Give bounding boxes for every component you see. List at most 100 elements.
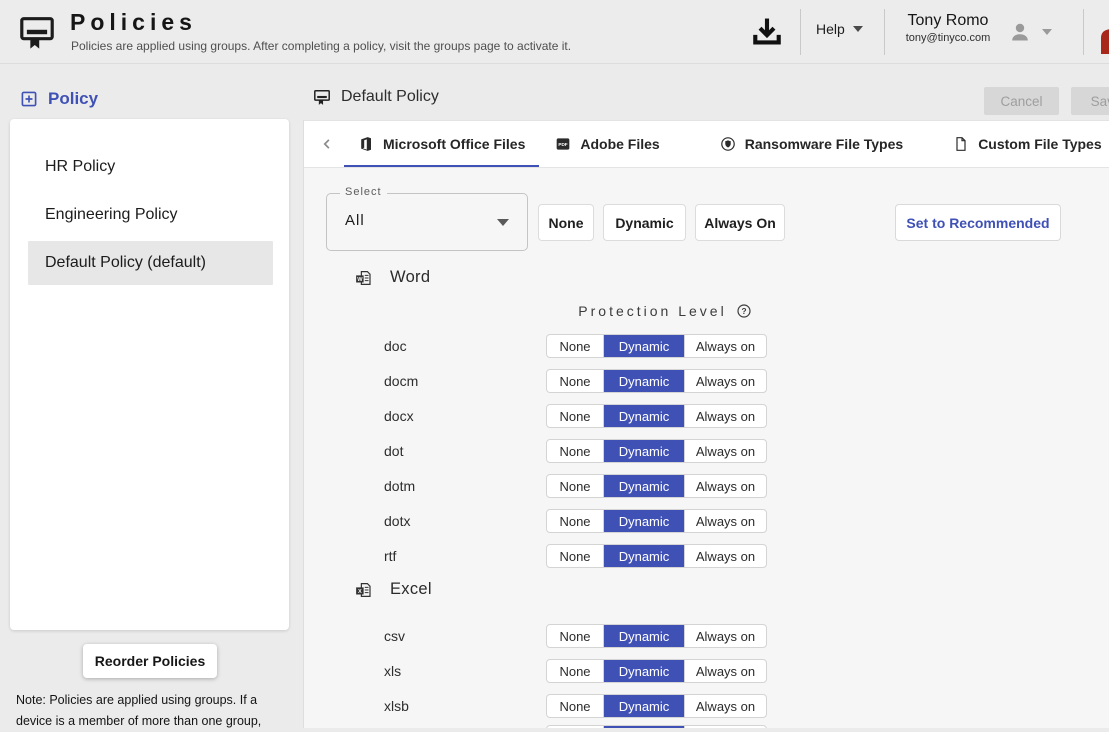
segment-dynamic-selected[interactable]: Dynamic [604, 510, 685, 532]
plus-square-icon [21, 91, 37, 107]
set-to-recommended-button[interactable]: Set to Recommended [895, 204, 1061, 241]
app-header: Policies Policies are applied using grou… [0, 0, 1109, 64]
file-ext-label: rtf [384, 548, 397, 564]
section-header-excel: X Excel [355, 580, 432, 599]
tab-custom-file-types[interactable]: Custom File Types [939, 121, 1109, 167]
bulk-always-on-button[interactable]: Always On [695, 204, 785, 241]
download-icon [753, 18, 781, 45]
office-icon [361, 137, 371, 151]
excel-file-icon: X [356, 582, 371, 597]
segment-dynamic-selected[interactable]: Dynamic [604, 475, 685, 497]
tab-content: Select All None Dynamic Always On Set to… [304, 168, 1109, 728]
protection-level-label: Protection Level [578, 303, 727, 319]
active-tab-indicator [344, 165, 540, 167]
file-ext-label: dotm [384, 478, 416, 494]
segment-none[interactable]: None [547, 660, 604, 682]
segment-always-on[interactable]: Always on [685, 335, 766, 357]
segment-none[interactable]: None [547, 475, 604, 497]
file-ext-label: doc [384, 338, 407, 354]
protection-segmented-xls: None Dynamic Always on [546, 659, 767, 683]
protection-segmented-docm: None Dynamic Always on [546, 369, 767, 393]
segment-none[interactable]: None [547, 695, 604, 717]
policy-monitor-icon [20, 17, 54, 49]
segment-none[interactable]: None [547, 510, 604, 532]
file-ext-label: dot [384, 443, 404, 459]
segment-always-on[interactable]: Always on [685, 695, 766, 717]
cancel-button[interactable]: Cancel [984, 87, 1059, 115]
help-menu[interactable]: Help [816, 21, 863, 37]
help-circle-icon[interactable]: ? [736, 303, 752, 319]
brand-logo-partial-icon [1101, 29, 1109, 54]
file-type-tabbar: Microsoft Office Files PDF Adobe Files R… [304, 121, 1109, 168]
select-dropdown[interactable]: Select All [326, 186, 528, 251]
download-button[interactable] [748, 13, 786, 51]
file-ext-label: xlsb [384, 698, 409, 714]
svg-text:X: X [358, 589, 362, 595]
protection-segmented-dot: None Dynamic Always on [546, 439, 767, 463]
account-menu[interactable] [1008, 20, 1052, 44]
header-divider [884, 9, 885, 55]
file-ext-label: docx [384, 408, 414, 424]
segment-none[interactable]: None [547, 370, 604, 392]
select-dropdown-label: Select [340, 186, 387, 198]
segment-dynamic-selected[interactable]: Dynamic [604, 370, 685, 392]
segment-none[interactable]: None [547, 440, 604, 462]
file-icon [956, 137, 966, 151]
segment-dynamic-selected[interactable]: Dynamic [604, 660, 685, 682]
segment-always-on[interactable]: Always on [685, 660, 766, 682]
segment-always-on[interactable]: Always on [685, 545, 766, 567]
segment-always-on[interactable]: Always on [685, 510, 766, 532]
protection-segmented-csv: None Dynamic Always on [546, 624, 767, 648]
header-divider [800, 9, 801, 55]
bulk-none-button[interactable]: None [538, 204, 594, 241]
segment-always-on[interactable]: Always on [685, 370, 766, 392]
segment-none[interactable]: None [547, 545, 604, 567]
policy-list-item-default-selected[interactable]: Default Policy (default) [28, 241, 273, 285]
protection-segmented-xlsb: None Dynamic Always on [546, 694, 767, 718]
protection-segmented-docx: None Dynamic Always on [546, 404, 767, 428]
add-policy-button[interactable]: Policy [20, 89, 98, 109]
tab-label: Microsoft Office Files [383, 136, 526, 152]
save-button[interactable]: Save [1071, 87, 1109, 115]
segment-always-on[interactable]: Always on [685, 625, 766, 647]
segment-none[interactable]: None [547, 335, 604, 357]
policies-page: { "header": { "title": "Policies", "subt… [0, 0, 1109, 728]
segment-dynamic-selected[interactable]: Dynamic [604, 405, 685, 427]
header-divider [1083, 9, 1084, 55]
segment-none[interactable]: None [547, 625, 604, 647]
user-email: tony@tinyco.com [905, 32, 991, 44]
chevron-down-icon [1042, 29, 1052, 35]
protection-level-header: Protection Level ? [557, 303, 773, 319]
segment-dynamic-selected[interactable]: Dynamic [604, 625, 685, 647]
segment-always-on[interactable]: Always on [685, 440, 766, 462]
protection-segmented-doc: None Dynamic Always on [546, 334, 767, 358]
segment-always-on[interactable]: Always on [685, 405, 766, 427]
tab-microsoft-office-files[interactable]: Microsoft Office Files [344, 121, 540, 167]
tabs-scroll-left-button[interactable] [310, 121, 344, 167]
svg-text:PDF: PDF [559, 142, 568, 147]
pdf-icon: PDF [557, 138, 570, 150]
segment-dynamic-selected[interactable]: Dynamic [604, 440, 685, 462]
tab-label: Custom File Types [978, 136, 1102, 152]
segment-none[interactable]: None [547, 405, 604, 427]
protection-segmented-dotm: None Dynamic Always on [546, 474, 767, 498]
dropdown-arrow-icon [497, 219, 509, 226]
person-icon [1012, 23, 1028, 41]
tab-adobe-files[interactable]: PDF Adobe Files [541, 121, 673, 167]
section-name: Excel [390, 580, 432, 598]
section-header-word: W Word [355, 268, 430, 287]
policy-list-item-hr[interactable]: HR Policy [10, 143, 289, 191]
section-name: Word [390, 268, 431, 286]
page-title: Policies [70, 9, 197, 35]
word-file-icon: W [356, 270, 371, 285]
segment-always-on[interactable]: Always on [685, 475, 766, 497]
tab-ransomware-file-types[interactable]: Ransomware File Types [706, 121, 917, 167]
reorder-policies-button[interactable]: Reorder Policies [83, 644, 217, 678]
segment-dynamic-selected[interactable]: Dynamic [604, 545, 685, 567]
policy-list-item-engineering[interactable]: Engineering Policy [10, 191, 289, 239]
sidebar-note: Note: Policies are applied using groups.… [16, 693, 262, 728]
bulk-dynamic-button[interactable]: Dynamic [603, 204, 686, 241]
segment-dynamic-selected[interactable]: Dynamic [604, 335, 685, 357]
policy-title-row: Default Policy [313, 88, 439, 106]
segment-dynamic-selected[interactable]: Dynamic [604, 695, 685, 717]
